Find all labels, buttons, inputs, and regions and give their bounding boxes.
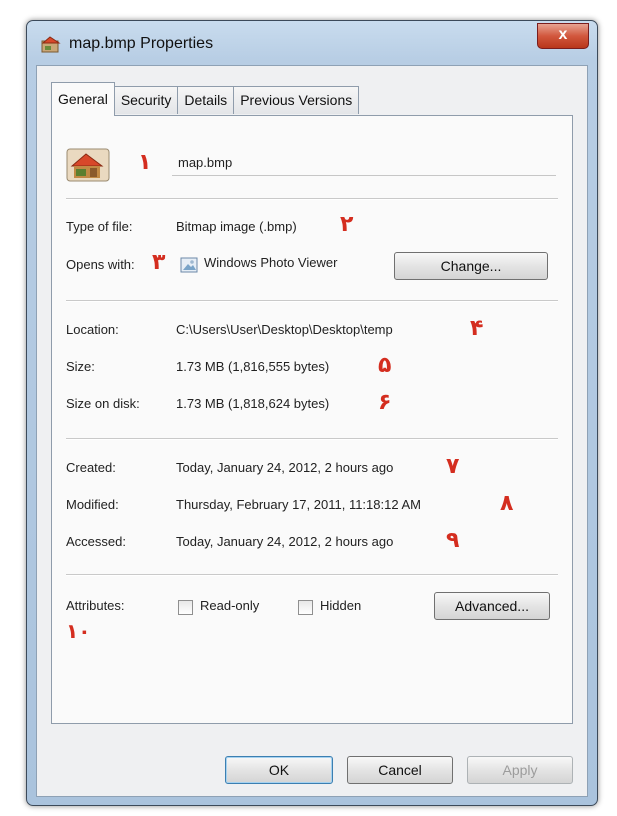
annotation-1: ۱	[138, 150, 152, 175]
created-label: Created:	[66, 460, 116, 475]
opens-with-label: Opens with:	[66, 257, 135, 272]
tab-security[interactable]: Security	[113, 86, 179, 114]
hidden-label: Hidden	[320, 598, 362, 613]
annotation-9: ۹	[446, 528, 460, 553]
photo-viewer-icon	[180, 257, 198, 273]
type-label: Type of file:	[66, 219, 133, 234]
properties-window: map.bmp Properties x General Security De…	[26, 20, 598, 806]
separator	[66, 300, 558, 302]
separator	[66, 198, 558, 200]
size-value: 1.73 MB (1,816,555 bytes)	[176, 359, 330, 374]
cancel-button[interactable]: Cancel	[347, 756, 453, 784]
apply-button[interactable]: Apply	[467, 756, 573, 784]
annotation-6: ۶	[378, 390, 392, 415]
readonly-checkbox[interactable]	[178, 600, 193, 615]
close-button[interactable]: x	[537, 23, 589, 49]
advanced-button[interactable]: Advanced...	[434, 592, 550, 620]
annotation-2: ۲	[340, 212, 354, 237]
change-button[interactable]: Change...	[394, 252, 548, 280]
hidden-checkbox[interactable]	[298, 600, 313, 615]
readonly-label: Read-only	[200, 598, 260, 613]
annotation-4: ۴	[470, 316, 484, 341]
accessed-value: Today, January 24, 2012, 2 hours ago	[176, 534, 394, 549]
annotation-8: ۸	[500, 491, 514, 516]
opens-with-value: Windows Photo Viewer	[204, 255, 338, 270]
dialog-client-area: General Security Details Previous Versio…	[36, 65, 588, 797]
modified-value: Thursday, February 17, 2011, 11:18:12 AM	[176, 497, 421, 512]
bitmap-image-icon	[66, 148, 110, 182]
location-label: Location:	[66, 322, 119, 337]
ok-button[interactable]: OK	[225, 756, 333, 784]
modified-label: Modified:	[66, 497, 119, 512]
size-on-disk-value: 1.73 MB (1,818,624 bytes)	[176, 396, 330, 411]
location-value: C:\Users\User\Desktop\Desktop\temp	[176, 322, 393, 337]
file-name-field[interactable]: map.bmp	[172, 150, 556, 176]
bitmap-file-icon	[41, 36, 61, 53]
created-value: Today, January 24, 2012, 2 hours ago	[176, 460, 394, 475]
size-label: Size:	[66, 359, 95, 374]
annotation-7: ۷	[446, 454, 460, 479]
size-on-disk-label: Size on disk:	[66, 396, 140, 411]
tab-strip: General Security Details Previous Versio…	[51, 82, 360, 116]
tab-general[interactable]: General	[51, 82, 115, 116]
tab-previous-versions[interactable]: Previous Versions	[233, 86, 360, 114]
separator	[66, 438, 558, 440]
window-title: map.bmp Properties	[69, 35, 214, 52]
attributes-label: Attributes:	[66, 598, 125, 613]
type-value: Bitmap image (.bmp)	[176, 219, 297, 234]
tab-details[interactable]: Details	[177, 86, 235, 114]
annotation-5: ۵	[378, 353, 392, 378]
general-tab-panel: ۱ map.bmp Type of file: Bitmap image (.b…	[51, 115, 573, 724]
accessed-label: Accessed:	[66, 534, 126, 549]
annotation-3: ۳	[152, 250, 166, 275]
annotation-10: ۱۰	[66, 619, 91, 643]
separator	[66, 574, 558, 576]
